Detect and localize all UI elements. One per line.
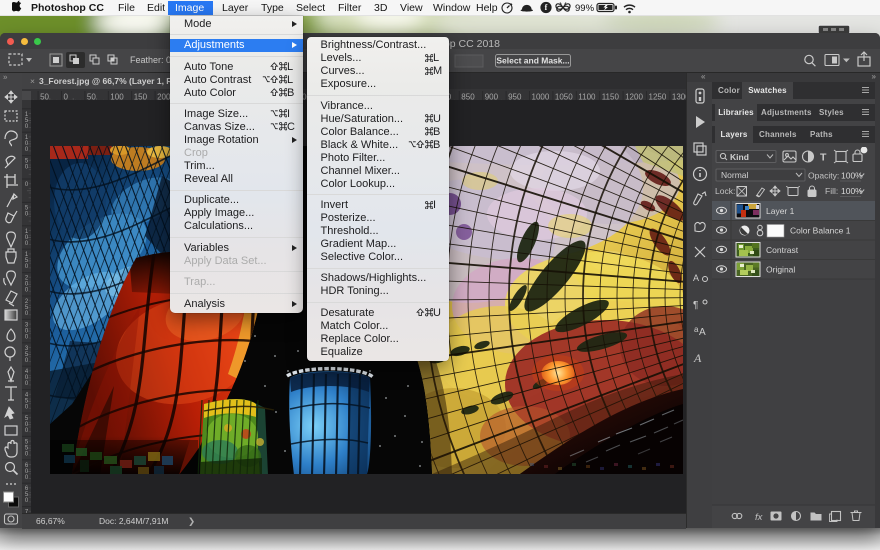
svg-text:fx: fx <box>755 512 764 523</box>
svg-text:Color Balance 1: Color Balance 1 <box>790 226 851 236</box>
svg-text:A: A <box>693 351 702 365</box>
svg-text:100%: 100% <box>841 171 863 181</box>
svg-text:Lock:: Lock: <box>715 186 735 196</box>
svg-text:Fill:: Fill: <box>825 186 838 196</box>
svg-text:Contrast: Contrast <box>766 245 799 255</box>
svg-text:Feather:: Feather: <box>130 55 164 65</box>
svg-text:Normal: Normal <box>721 170 749 180</box>
svg-text:Original: Original <box>766 265 795 275</box>
svg-text:Layer 1: Layer 1 <box>766 206 795 216</box>
svg-text:99%: 99% <box>575 3 595 14</box>
svg-text:f: f <box>545 3 548 12</box>
svg-text:¶: ¶ <box>693 300 698 311</box>
svg-text:Kind: Kind <box>730 152 749 162</box>
svg-text:T: T <box>820 152 827 164</box>
svg-text:A: A <box>693 273 699 283</box>
svg-text:Opacity:: Opacity: <box>808 171 839 181</box>
svg-text:A: A <box>699 327 706 338</box>
svg-text:Select and Mask...: Select and Mask... <box>496 56 569 66</box>
svg-text:»: » <box>3 73 8 82</box>
